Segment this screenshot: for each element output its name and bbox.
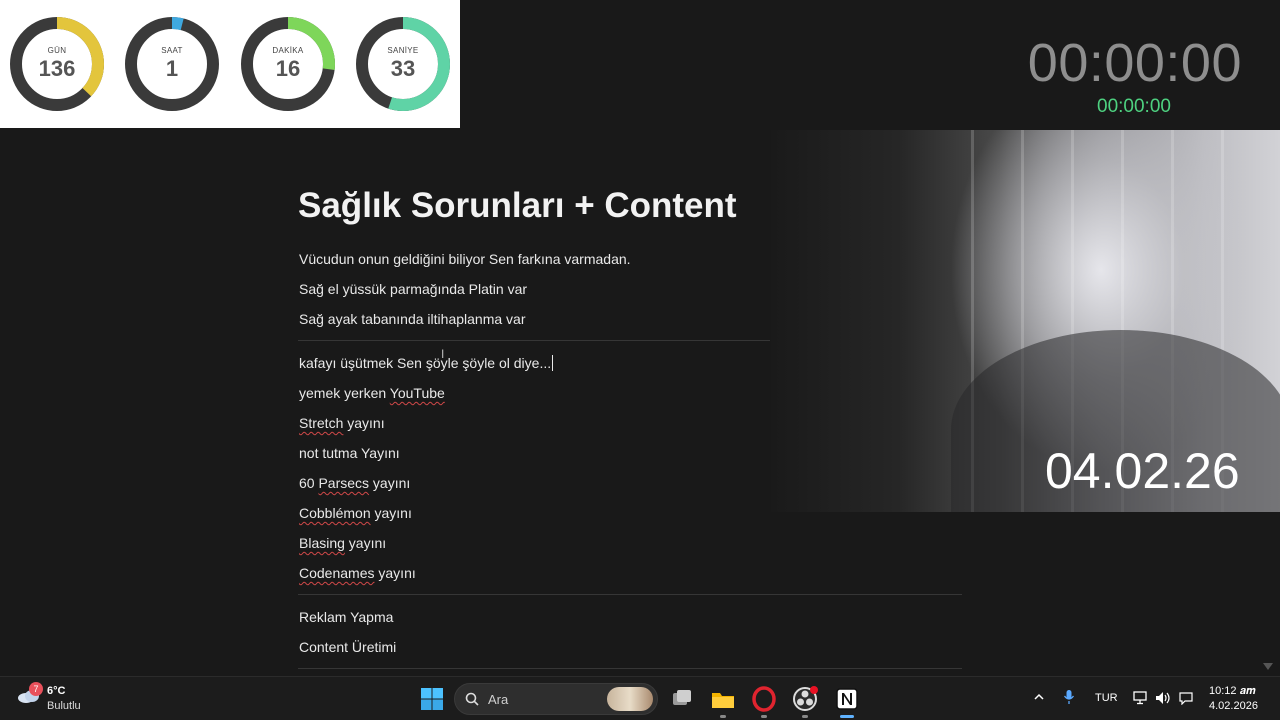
misspelled-word: Parsecs bbox=[318, 475, 370, 491]
windows-start-icon[interactable] bbox=[418, 685, 446, 713]
countdown-widget: GÜN 136 SAAT 1 DAKİKA 16 SANİYE 33 bbox=[0, 0, 460, 128]
text-block[interactable]: Blasing yayını bbox=[299, 535, 386, 551]
text-caret bbox=[552, 355, 554, 371]
minutes-label: DAKİKA bbox=[272, 46, 304, 55]
running-indicator bbox=[802, 715, 808, 718]
language-indicator[interactable]: TUR bbox=[1095, 692, 1118, 704]
microphone-icon[interactable] bbox=[1063, 689, 1075, 705]
notification-icon[interactable] bbox=[1178, 691, 1194, 705]
hours-label: SAAT bbox=[161, 46, 183, 55]
minutes-value: 16 bbox=[275, 56, 301, 81]
text-block-text: kafayı üşütmek Sen şöyle şöyle ol diye..… bbox=[299, 355, 552, 371]
days-label: GÜN bbox=[47, 46, 67, 55]
taskbar-time[interactable]: 10:12 𝒂𝒎 bbox=[1209, 685, 1256, 698]
running-indicator bbox=[761, 715, 767, 718]
running-indicator bbox=[720, 715, 726, 718]
weather-badge: 7 bbox=[29, 682, 43, 696]
text-block[interactable]: not tutma Yayını bbox=[299, 445, 400, 461]
text-block[interactable]: Sağ el yüssük parmağında Platin var bbox=[299, 281, 527, 297]
taskbar-date[interactable]: 4.02.2026 bbox=[1209, 700, 1258, 712]
obs-icon[interactable] bbox=[791, 685, 819, 713]
webcam-feed: 04.02.26 bbox=[771, 130, 1280, 512]
date-overlay: 04.02.26 bbox=[1045, 443, 1240, 499]
misspelled-word: Blasing bbox=[299, 535, 345, 551]
stopwatch-sub: 00:00:00 bbox=[1097, 96, 1171, 117]
weather-temp: 6°C bbox=[47, 685, 66, 697]
volume-icon[interactable] bbox=[1155, 691, 1171, 705]
misspelled-word: Stretch bbox=[299, 415, 344, 431]
taskbar: 7 6°C Bulutlu Ara TUR 10:12 𝒂𝒎 4.02.2026 bbox=[0, 676, 1280, 720]
minutes-ring: DAKİKA 16 bbox=[240, 16, 336, 112]
text-part: yayını bbox=[343, 415, 385, 431]
text-block[interactable]: Reklam Yapma bbox=[299, 609, 393, 625]
search-highlight-image bbox=[607, 687, 653, 711]
text-part: 60 bbox=[299, 475, 319, 491]
days-ring: GÜN 136 bbox=[9, 16, 105, 112]
text-block[interactable]: Codenames yayını bbox=[299, 565, 416, 581]
divider bbox=[298, 668, 962, 669]
network-icon[interactable] bbox=[1133, 691, 1149, 705]
opera-icon[interactable] bbox=[750, 685, 778, 713]
text-block[interactable]: Content Üretimi bbox=[299, 639, 396, 655]
page-title[interactable]: Sağlık Sorunları + Content bbox=[298, 186, 737, 226]
text-part: yayını bbox=[369, 475, 411, 491]
hours-value: 1 bbox=[165, 56, 179, 81]
taskbar-search[interactable]: Ara bbox=[454, 683, 658, 715]
hours-ring: SAAT 1 bbox=[124, 16, 220, 112]
text-block[interactable]: Sağ ayak tabanında iltihaplanma var bbox=[299, 311, 525, 327]
text-part: yayını bbox=[344, 535, 387, 551]
active-app-indicator bbox=[840, 715, 854, 718]
search-placeholder: Ara bbox=[488, 692, 509, 707]
text-block[interactable]: 60 Parsecs yayını bbox=[299, 475, 410, 491]
text-part: yayını bbox=[374, 565, 416, 581]
divider bbox=[298, 594, 962, 595]
scroll-down-arrow-icon[interactable] bbox=[1263, 663, 1273, 671]
task-view-icon[interactable] bbox=[668, 685, 696, 713]
search-icon bbox=[465, 692, 479, 706]
file-explorer-icon[interactable] bbox=[709, 685, 737, 713]
notion-icon[interactable] bbox=[833, 685, 861, 713]
weather-desc: Bulutlu bbox=[47, 700, 81, 712]
divider bbox=[298, 340, 770, 341]
text-block[interactable]: yemek yerken YouTube bbox=[299, 385, 445, 401]
text-part: yemek yerken bbox=[299, 385, 390, 401]
seconds-value: 33 bbox=[390, 56, 416, 81]
text-part: yayını bbox=[370, 505, 412, 521]
misspelled-word: Cobblémon bbox=[299, 505, 371, 521]
text-block-editing[interactable]: kafayı üşütmek Sen şöyle şöyle ol diye..… bbox=[299, 355, 554, 371]
seconds-label: SANİYE bbox=[387, 46, 419, 55]
text-block[interactable]: Cobblémon yayını bbox=[299, 505, 412, 521]
text-block[interactable]: Stretch yayını bbox=[299, 415, 385, 431]
days-value: 136 bbox=[38, 56, 76, 81]
text-cursor-icon: I bbox=[441, 347, 445, 361]
seconds-ring: SANİYE 33 bbox=[355, 16, 451, 112]
stopwatch-main: 00:00:00 bbox=[1027, 33, 1242, 93]
misspelled-word: Codenames bbox=[299, 565, 375, 581]
misspelled-word: YouTube bbox=[389, 385, 445, 401]
chevron-up-icon[interactable] bbox=[1033, 691, 1045, 703]
text-block[interactable]: Vücudun onun geldiğini biliyor Sen farkı… bbox=[299, 251, 631, 267]
